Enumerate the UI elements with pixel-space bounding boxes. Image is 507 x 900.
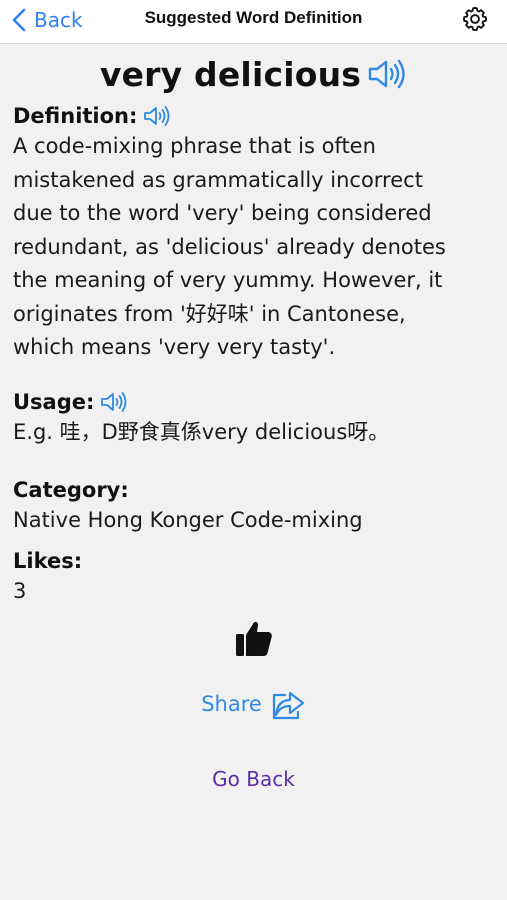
definition-line: A code-mixing phrase that is often [13,134,376,158]
gear-icon[interactable] [461,5,489,33]
share-button[interactable]: Share [0,686,507,722]
definition-section: Definition: A code-mixing phrase that is… [13,104,495,365]
definition-line: redundant, as 'delicious' already denote… [13,234,446,259]
share-label: Share [201,692,262,716]
definition-label: Definition: [13,104,138,128]
thumbs-up-icon[interactable] [235,618,273,658]
usage-label-row: Usage: [13,390,495,414]
category-value: Native Hong Konger Code-mixing [13,508,363,532]
share-icon [272,691,304,720]
definition-line: due to the word 'very' being considered [13,201,432,225]
definition-label-row: Definition: [13,104,495,128]
word-heading-row: very delicious [0,50,507,98]
usage-text: E.g. 哇，D野食真係very delicious呀。 [13,420,390,444]
usage-label: Usage: [13,390,95,414]
likes-section: Likes: 3 [13,549,495,609]
nav-bar: Back Suggested Word Definition [0,0,507,44]
category-section: Category: Native Hong Konger Code-mixing [13,478,495,538]
go-back-button[interactable]: Go Back [0,767,507,791]
definition-text: A code-mixing phrase that is often mista… [13,130,495,365]
speaker-icon[interactable] [367,58,407,90]
speaker-icon[interactable] [100,391,128,413]
likes-count: 3 [13,579,27,603]
definition-line: mistakened as grammatically incorrect [13,167,423,192]
definition-line: the meaning of very yummy. However, it [13,268,443,292]
page-title: Suggested Word Definition [144,8,363,27]
category-label: Category: [13,478,129,502]
definition-line: which means 'very very tasty'. [13,335,336,359]
word-title: very delicious [99,54,362,94]
likes-label: Likes: [13,549,83,573]
definition-line: originates from '好好味' in Cantonese, [13,301,406,326]
speaker-icon[interactable] [143,105,171,127]
usage-section: Usage: E.g. 哇，D野食真係very delicious呀。 [13,390,495,450]
